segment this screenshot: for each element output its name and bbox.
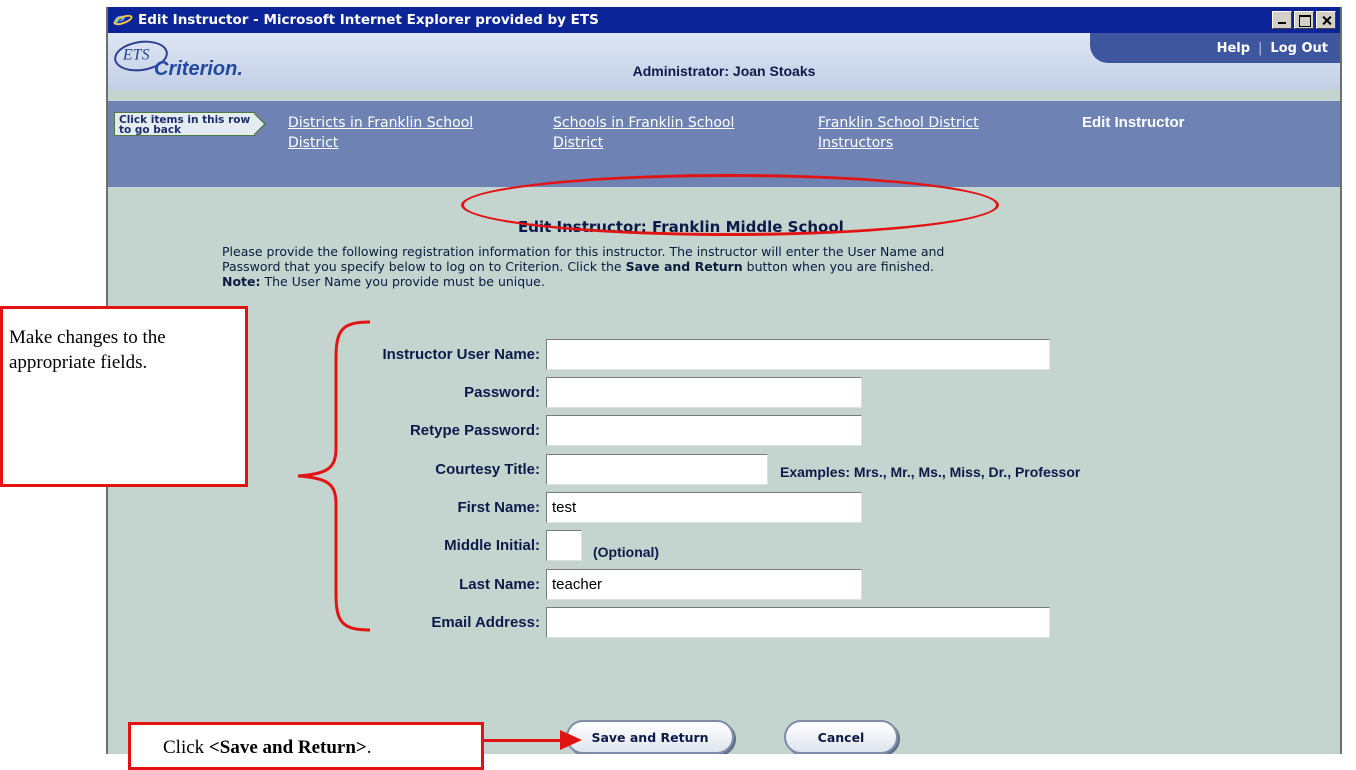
- retype-password-input[interactable]: [546, 415, 862, 446]
- breadcrumb-schools[interactable]: Schools in Franklin School District: [553, 113, 734, 153]
- last-name-input[interactable]: teacher: [546, 569, 862, 600]
- cancel-button[interactable]: Cancel: [784, 720, 898, 754]
- app-header: ETS Criterion. Administrator: Joan Stoak…: [108, 33, 1340, 90]
- internet-explorer-icon: e: [112, 9, 134, 30]
- arrow-right-icon: [560, 730, 582, 750]
- maximize-icon[interactable]: [1294, 11, 1314, 29]
- user-name-input[interactable]: [546, 339, 1050, 370]
- nav-separator: |: [1258, 40, 1263, 56]
- intro-line-2: Password that you specify below to log o…: [222, 259, 934, 274]
- title-highlight-ellipse: [461, 174, 999, 236]
- courtesy-title-input[interactable]: [546, 454, 768, 485]
- password-input[interactable]: [546, 377, 862, 408]
- minimize-icon[interactable]: [1272, 11, 1292, 29]
- breadcrumb-schools-line2[interactable]: District: [553, 133, 734, 153]
- breadcrumb-hint: Click items in this row to go back: [114, 112, 266, 136]
- changes-callout-line1: Make changes to the: [9, 327, 166, 348]
- middle-initial-hint: (Optional): [593, 544, 660, 560]
- courtesy-title-hint: Examples: Mrs., Mr., Ms., Miss, Dr., Pro…: [780, 464, 1081, 480]
- window-controls: [1272, 11, 1336, 29]
- window-title: Edit Instructor - Microsoft Internet Exp…: [138, 12, 599, 28]
- first-name-input[interactable]: test: [546, 492, 862, 523]
- breadcrumb-districts[interactable]: Districts in Franklin School District: [288, 113, 473, 153]
- breadcrumb-instructors-line2[interactable]: Instructors: [818, 133, 979, 153]
- breadcrumb-districts-line2[interactable]: District: [288, 133, 473, 153]
- breadcrumb-schools-line1[interactable]: Schools in Franklin School: [553, 113, 734, 133]
- logout-link[interactable]: Log Out: [1270, 41, 1328, 56]
- email-input[interactable]: [546, 607, 1050, 638]
- breadcrumb-current: Edit Instructor: [1082, 114, 1185, 131]
- changes-callout-line2: appropriate fields.: [9, 352, 148, 373]
- breadcrumb-instructors[interactable]: Franklin School District Instructors: [818, 113, 979, 153]
- close-icon[interactable]: [1316, 11, 1336, 29]
- breadcrumb-districts-line1[interactable]: Districts in Franklin School: [288, 113, 473, 133]
- save-callout: Click <Save and Return>.: [128, 722, 484, 770]
- middle-initial-input[interactable]: [546, 530, 582, 561]
- changes-callout: Make changes to the appropriate fields.: [0, 306, 248, 487]
- help-link[interactable]: Help: [1217, 41, 1250, 56]
- intro-text: Please provide the following registratio…: [222, 244, 1232, 289]
- ets-logo-text: ETS: [122, 46, 150, 64]
- callout-arrow-line: [484, 739, 564, 742]
- breadcrumb-hint-text: Click items in this row to go back: [114, 112, 256, 136]
- title-bar: e Edit Instructor - Microsoft Internet E…: [108, 7, 1340, 33]
- admin-label: Administrator: Joan Stoaks: [632, 63, 816, 79]
- intro-note: Note: The User Name you provide must be …: [222, 274, 545, 289]
- intro-line-1: Please provide the following registratio…: [222, 244, 945, 259]
- curly-brace-path: [297, 320, 371, 632]
- curly-brace-icon: [297, 320, 371, 632]
- top-nav: Help | Log Out: [1090, 33, 1340, 63]
- save-and-return-button[interactable]: Save and Return: [566, 720, 734, 754]
- breadcrumb-instructors-line1[interactable]: Franklin School District: [818, 113, 979, 133]
